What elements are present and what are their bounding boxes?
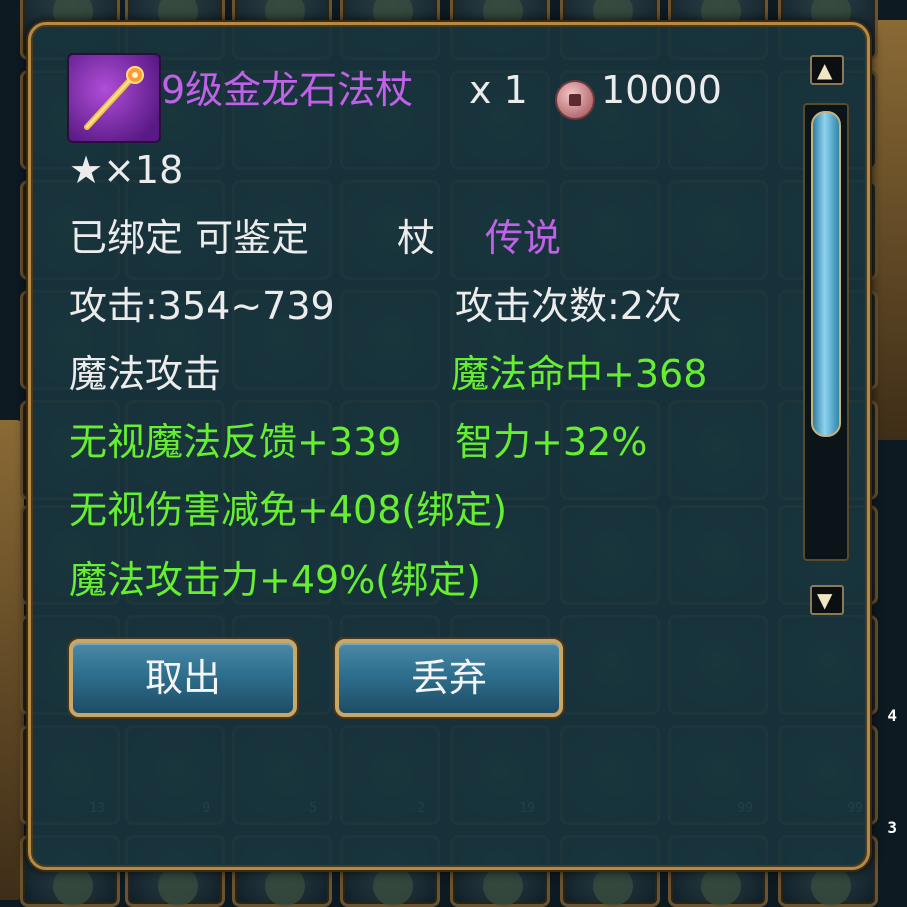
slot-item-icon bbox=[701, 866, 741, 906]
slot-item-icon bbox=[158, 866, 198, 906]
stat-intelligence: 智力+32% bbox=[455, 420, 648, 464]
item-quantity: x 1 bbox=[469, 68, 528, 112]
side-number: 3 bbox=[887, 818, 897, 837]
attack-count: 攻击次数:2次 bbox=[455, 284, 682, 328]
stat-ignore-magic-feedback: 无视魔法反馈+339 bbox=[69, 420, 402, 464]
coin-icon bbox=[555, 80, 595, 120]
stat-magic-hit: 魔法命中+368 bbox=[451, 352, 708, 396]
bind-status: 已绑定 可鉴定 bbox=[69, 216, 310, 260]
stat-magic-attack-power: 魔法攻击力+49%(绑定) bbox=[69, 558, 481, 602]
slot-item-icon bbox=[265, 866, 305, 906]
slot-item-icon bbox=[483, 866, 523, 906]
arrow-up-icon: ▲ bbox=[817, 58, 833, 82]
staff-item-icon bbox=[67, 53, 161, 143]
discard-button[interactable]: 丢弃 bbox=[335, 639, 563, 717]
stat-ignore-damage-reduction: 无视伤害减免+408(绑定) bbox=[69, 488, 508, 532]
scroll-up-button[interactable]: ▲ bbox=[810, 55, 844, 85]
slot-item-icon bbox=[373, 866, 413, 906]
star-level: ★×18 bbox=[69, 148, 184, 192]
item-name: 9级金龙石法杖 bbox=[161, 68, 414, 112]
side-number: 4 bbox=[887, 706, 897, 725]
rarity-label: 传说 bbox=[485, 216, 562, 260]
attack-type: 魔法攻击 bbox=[69, 352, 222, 396]
slot-item-icon bbox=[811, 866, 851, 906]
scroll-thumb[interactable] bbox=[811, 111, 841, 437]
take-out-button[interactable]: 取出 bbox=[69, 639, 297, 717]
slot-item-icon bbox=[53, 866, 93, 906]
weapon-type: 杖 bbox=[397, 216, 436, 260]
item-price: 10000 bbox=[601, 68, 722, 112]
slot-item-icon bbox=[593, 866, 633, 906]
arrow-down-icon: ▼ bbox=[817, 588, 833, 612]
scroll-down-button[interactable]: ▼ bbox=[810, 585, 844, 615]
item-tooltip-panel: 9级金龙石法杖 x 1 10000 ★×18 已绑定 可鉴定 杖 传说 攻击:3… bbox=[28, 22, 870, 870]
attack-range: 攻击:354~739 bbox=[69, 284, 335, 328]
